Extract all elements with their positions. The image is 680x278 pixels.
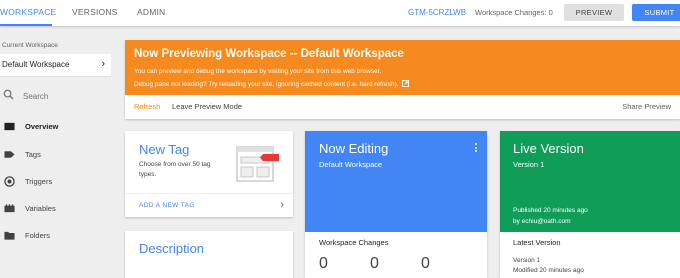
preview-banner-help: Debug pane not loading? Try reloading yo… xyxy=(134,80,409,88)
chevron-right-icon: › xyxy=(101,58,105,70)
sidebar-item-folders[interactable]: Folders xyxy=(0,226,111,246)
preview-banner: Now Previewing Workspace -- Default Work… xyxy=(125,40,680,119)
workspace-changes-count: Workspace Changes: 0 xyxy=(475,8,553,17)
variables-icon xyxy=(4,204,15,213)
tab-workspace[interactable]: WORKSPACE xyxy=(0,0,56,26)
sidebar-item-label: Triggers xyxy=(25,177,53,186)
new-tag-description: Choose from over 50 tag types. xyxy=(139,161,211,178)
latest-version-modified: Modified 20 minutes ago xyxy=(513,267,584,274)
chevron-right-icon: › xyxy=(280,199,284,211)
sidebar-item-overview[interactable]: Overview xyxy=(0,117,111,137)
description-card[interactable]: Description xyxy=(125,231,293,278)
sidebar-item-label: Variables xyxy=(25,204,56,213)
tab-versions[interactable]: VERSIONS xyxy=(72,0,118,26)
description-title: Description xyxy=(139,241,205,256)
preview-banner-header: Now Previewing Workspace -- Default Work… xyxy=(125,40,680,95)
current-workspace-label: Current Workspace xyxy=(2,42,58,49)
live-version-published: Published 20 minutes ago xyxy=(513,207,588,214)
sidebar-item-label: Folders xyxy=(25,231,51,240)
modified-count[interactable]: 0 xyxy=(319,255,328,273)
added-count[interactable]: 0 xyxy=(370,255,379,273)
now-editing-workspace: Default Workspace xyxy=(319,160,383,169)
top-bar: WORKSPACE VERSIONS ADMIN GTM-5CRZLWB Wor… xyxy=(0,0,680,26)
search-icon xyxy=(3,89,14,100)
sidebar: Current Workspace Default Workspace › Se… xyxy=(0,26,112,278)
overview-icon xyxy=(4,122,15,131)
new-tag-title: New Tag xyxy=(139,142,190,157)
external-link-icon[interactable] xyxy=(401,80,409,87)
now-editing-card: Now Editing Default Workspace Workspace … xyxy=(305,131,487,278)
share-preview-link[interactable]: Share Preview xyxy=(622,102,671,111)
add-new-tag-label: ADD A NEW TAG xyxy=(139,202,195,209)
workspace-changes-label: Workspace Changes xyxy=(319,238,389,247)
live-version-header[interactable]: Live Version Version 1 Published 20 minu… xyxy=(500,131,680,232)
latest-version-number[interactable]: Version 1 xyxy=(513,257,540,264)
preview-button[interactable]: PREVIEW xyxy=(564,4,624,21)
live-version-number: Version 1 xyxy=(513,160,545,169)
preview-banner-message: You can preview and debug the workspace … xyxy=(134,68,382,75)
add-new-tag-button[interactable]: ADD A NEW TAG › xyxy=(125,193,293,218)
preview-banner-help-text: Debug pane not loading? Try reloading yo… xyxy=(134,81,399,88)
tag-icon xyxy=(4,151,15,158)
current-workspace-selector[interactable]: Default Workspace › xyxy=(0,54,111,77)
more-options-icon[interactable] xyxy=(475,143,477,154)
tab-admin[interactable]: ADMIN xyxy=(137,0,165,26)
live-version-card: Live Version Version 1 Published 20 minu… xyxy=(500,131,680,278)
deleted-count[interactable]: 0 xyxy=(421,255,430,273)
latest-version-label: Latest Version xyxy=(513,238,561,247)
sidebar-item-tags[interactable]: Tags xyxy=(0,145,111,165)
sidebar-item-label: Tags xyxy=(25,150,41,159)
container-id-link[interactable]: GTM-5CRZLWB xyxy=(408,0,466,26)
leave-preview-mode-link[interactable]: Leave Preview Mode xyxy=(172,102,242,111)
now-editing-title: Now Editing xyxy=(319,141,389,156)
search-placeholder: Search xyxy=(23,92,49,101)
folder-icon xyxy=(4,231,15,240)
current-workspace-name: Default Workspace xyxy=(2,60,70,69)
sidebar-item-variables[interactable]: Variables xyxy=(0,199,111,219)
now-editing-header: Now Editing Default Workspace xyxy=(305,131,487,232)
new-tag-card: New Tag Choose from over 50 tag types. A… xyxy=(125,131,293,217)
refresh-link[interactable]: Refresh xyxy=(134,102,160,111)
sidebar-item-label: Overview xyxy=(25,122,59,131)
preview-banner-title: Now Previewing Workspace -- Default Work… xyxy=(134,48,404,60)
submit-button[interactable]: SUBMIT xyxy=(632,4,680,21)
trigger-icon xyxy=(4,176,15,187)
tag-illustration-icon xyxy=(236,146,279,182)
live-version-publisher: by echiu@oath.com xyxy=(513,218,571,225)
live-version-title: Live Version xyxy=(513,141,584,156)
sidebar-item-triggers[interactable]: Triggers xyxy=(0,172,111,192)
search-input[interactable]: Search xyxy=(0,84,111,106)
